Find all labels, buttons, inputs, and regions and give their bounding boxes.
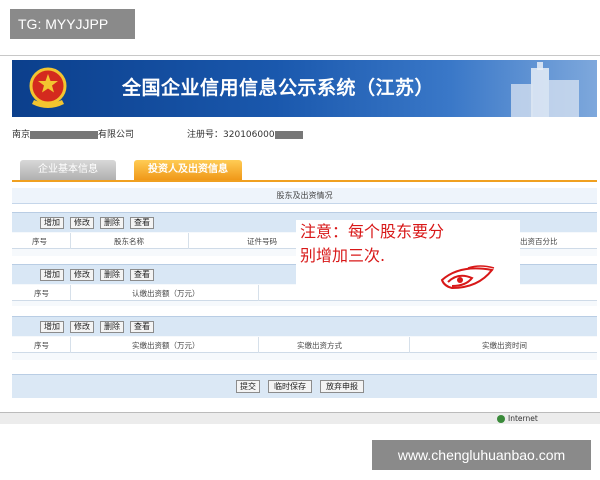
watermark-url: www.chengluhuanbao.com	[372, 440, 591, 470]
browser-status-bar: Internet	[0, 412, 600, 424]
tab-basic-info[interactable]: 企业基本信息	[20, 160, 116, 180]
annotation-line-2: 别增加三次.	[300, 246, 386, 265]
delete-button[interactable]: 删除	[100, 321, 124, 333]
add-button[interactable]: 增加	[40, 269, 64, 281]
redaction	[30, 130, 99, 139]
site-banner: 全国企业信用信息公示系统（江苏）	[12, 60, 597, 117]
view-button[interactable]: 查看	[130, 269, 154, 281]
paid-table-header: 序号 实缴出资额（万元） 实缴出资方式 实缴出资时间	[12, 337, 597, 353]
tab-bar: 企业基本信息 投资人及出资信息	[12, 160, 597, 182]
top-divider	[0, 55, 600, 56]
registration-label: 注册号：	[187, 130, 224, 140]
add-button[interactable]: 增加	[40, 217, 64, 229]
company-name-suffix: 有限公司	[98, 130, 135, 140]
globe-icon	[497, 415, 505, 423]
action-bar: 提交 临时保存 放弃申报	[12, 374, 597, 398]
column-header: 认缴出资额（万元）	[132, 289, 200, 298]
building-icon	[511, 62, 579, 117]
edit-button[interactable]: 修改	[70, 321, 94, 333]
view-button[interactable]: 查看	[130, 217, 154, 229]
edit-button[interactable]: 修改	[70, 217, 94, 229]
column-header: 证件号码	[247, 237, 277, 246]
column-header: 序号	[34, 341, 49, 350]
add-button[interactable]: 增加	[40, 321, 64, 333]
paid-capital-panel: 增加 修改 删除 查看 序号 实缴出资额（万元） 实缴出资方式 实缴出资时间	[12, 316, 597, 360]
annotation-text: 注意：每个股东要分 别增加三次.	[300, 220, 444, 268]
submit-button[interactable]: 提交	[236, 380, 260, 393]
delete-button[interactable]: 删除	[100, 217, 124, 229]
tab-investor-info[interactable]: 投资人及出资信息	[134, 160, 242, 180]
company-name-prefix: 南京	[12, 130, 31, 140]
column-header: 股东名称	[114, 237, 144, 246]
police-emblem-icon	[29, 67, 67, 108]
status-zone: Internet	[508, 414, 538, 423]
annotation-line-1: 注意：每个股东要分	[300, 222, 445, 241]
column-header: 序号	[34, 289, 49, 298]
abandon-button[interactable]: 放弃申报	[320, 380, 364, 393]
eye-doodle-icon	[440, 265, 495, 290]
section-title: 股东及出资情况	[12, 188, 597, 204]
banner-title: 全国企业信用信息公示系统（江苏）	[122, 77, 435, 99]
temp-save-button[interactable]: 临时保存	[268, 380, 312, 393]
column-header: 实缴出资时间	[482, 341, 527, 350]
column-header: 实缴出资额（万元）	[132, 341, 200, 350]
view-button[interactable]: 查看	[130, 321, 154, 333]
column-header: 出资百分比	[520, 237, 558, 246]
edit-button[interactable]: 修改	[70, 269, 94, 281]
column-header: 序号	[32, 237, 47, 246]
redaction	[274, 130, 303, 139]
paid-toolbar: 增加 修改 删除 查看	[12, 316, 597, 336]
watermark-tag: TG: MYYJJPP	[10, 9, 135, 39]
registration-value: 320106000	[223, 130, 275, 140]
delete-button[interactable]: 删除	[100, 269, 124, 281]
column-header: 实缴出资方式	[297, 341, 342, 350]
company-name: 南京 有限公司	[12, 127, 134, 140]
registration-number: 注册号：320106000	[187, 127, 303, 140]
